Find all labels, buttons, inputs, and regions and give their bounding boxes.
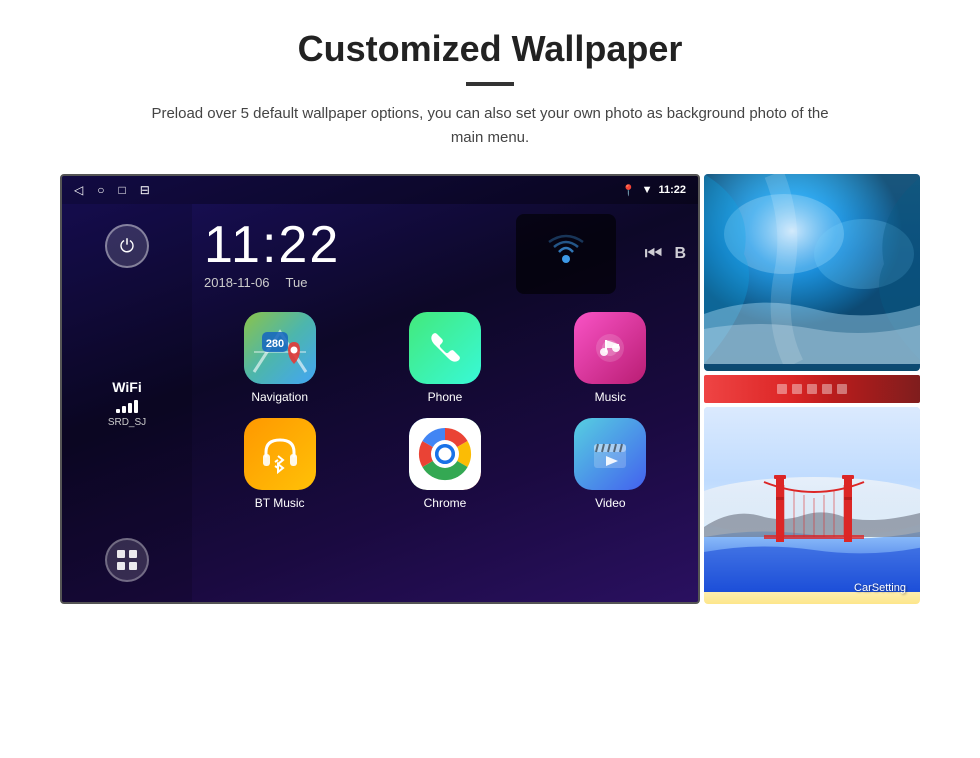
nav-back-icon[interactable]: ◁ (74, 183, 83, 197)
bridge-svg (704, 407, 920, 592)
video-svg (590, 434, 630, 474)
wallpaper-thumbnails: CarSetting (704, 174, 920, 604)
media-widget (516, 214, 616, 294)
status-time: 11:22 (658, 184, 686, 196)
wifi-bar-1 (116, 409, 120, 413)
screen-main: 11:22 2018-11-06 Tue (192, 204, 698, 602)
nav-recent-icon[interactable]: □ (118, 183, 125, 197)
radio-icon (541, 229, 591, 279)
nav-home-icon[interactable]: ○ (97, 183, 104, 197)
power-button[interactable]: ⏻ (105, 224, 149, 268)
power-icon: ⏻ (120, 236, 134, 257)
phone-label: Phone (428, 390, 463, 404)
screen-container: ◁ ○ □ ⊟ 📍 ▼ 11:22 ⏻ (60, 174, 920, 604)
nav-screenshot-icon[interactable]: ⊟ (140, 183, 150, 197)
skip-prev-icon[interactable]: ⏮ (644, 243, 662, 266)
wifi-ssid: SRD_SJ (108, 417, 146, 428)
chrome-icon (409, 418, 481, 490)
app-item-phone[interactable]: Phone (369, 312, 520, 404)
nav-controls: ◁ ○ □ ⊟ (74, 183, 150, 197)
app-grid: 280 Navigation (204, 312, 686, 510)
wifi-widget: WiFi SRD_SJ (108, 379, 146, 428)
music-svg (590, 328, 630, 368)
apps-grid-button[interactable] (105, 538, 149, 582)
carsetting-label: CarSetting (854, 582, 906, 594)
clock-day-value: Tue (286, 275, 308, 290)
wifi-bar-2 (122, 406, 126, 413)
btmusic-svg (256, 430, 304, 478)
app-item-music[interactable]: Music (535, 312, 686, 404)
navigation-icon: 280 (244, 312, 316, 384)
clock-date: 2018-11-06 Tue (204, 275, 496, 290)
wifi-status-icon: ▼ (642, 184, 653, 196)
wifi-bars (108, 399, 146, 413)
clock-time: 11:22 (204, 219, 496, 271)
wallpaper-thumb-1[interactable] (704, 174, 920, 371)
wifi-label: WiFi (108, 379, 146, 395)
clock-date-value: 2018-11-06 (204, 275, 270, 290)
app-item-navigation[interactable]: 280 Navigation (204, 312, 355, 404)
svg-text:280: 280 (265, 338, 283, 350)
status-bar: ◁ ○ □ ⊟ 📍 ▼ 11:22 (62, 176, 698, 204)
video-label: Video (595, 496, 625, 510)
navigation-label: Navigation (251, 390, 308, 404)
clock-block: 11:22 2018-11-06 Tue (204, 219, 496, 290)
grid-icon (116, 549, 138, 571)
media-controls: ⏮ B (644, 243, 686, 266)
phone-icon (409, 312, 481, 384)
chrome-label: Chrome (424, 496, 467, 510)
app-item-chrome[interactable]: Chrome (369, 418, 520, 510)
ice-cave-svg (704, 174, 920, 364)
app-item-btmusic[interactable]: BT Music (204, 418, 355, 510)
map-svg: 280 (244, 312, 316, 384)
music-icon (574, 312, 646, 384)
btmusic-label: BT Music (255, 496, 305, 510)
status-right: 📍 ▼ 11:22 (622, 184, 686, 197)
chrome-svg (409, 418, 481, 490)
page-subtitle: Preload over 5 default wallpaper options… (150, 102, 830, 150)
music-label: Music (595, 390, 626, 404)
android-screen: ◁ ○ □ ⊟ 📍 ▼ 11:22 ⏻ (60, 174, 700, 604)
page-wrapper: Customized Wallpaper Preload over 5 defa… (0, 0, 980, 758)
strip-content (772, 379, 852, 399)
title-underline (466, 82, 514, 86)
btmusic-icon (244, 418, 316, 490)
app-item-video[interactable]: Video (535, 418, 686, 510)
phone-svg (425, 328, 465, 368)
video-icon (574, 418, 646, 490)
wifi-bar-3 (128, 403, 132, 413)
thumb-strip (704, 375, 920, 403)
wifi-bar-4 (134, 400, 138, 413)
media-label: B (674, 245, 686, 263)
wallpaper-thumb-2[interactable]: CarSetting (704, 407, 920, 604)
clock-area: 11:22 2018-11-06 Tue (204, 214, 686, 294)
screen-body: ⏻ WiFi SRD_SJ (62, 204, 698, 602)
location-icon: 📍 (622, 184, 636, 197)
sidebar: ⏻ WiFi SRD_SJ (62, 204, 192, 602)
page-title: Customized Wallpaper (298, 28, 683, 70)
